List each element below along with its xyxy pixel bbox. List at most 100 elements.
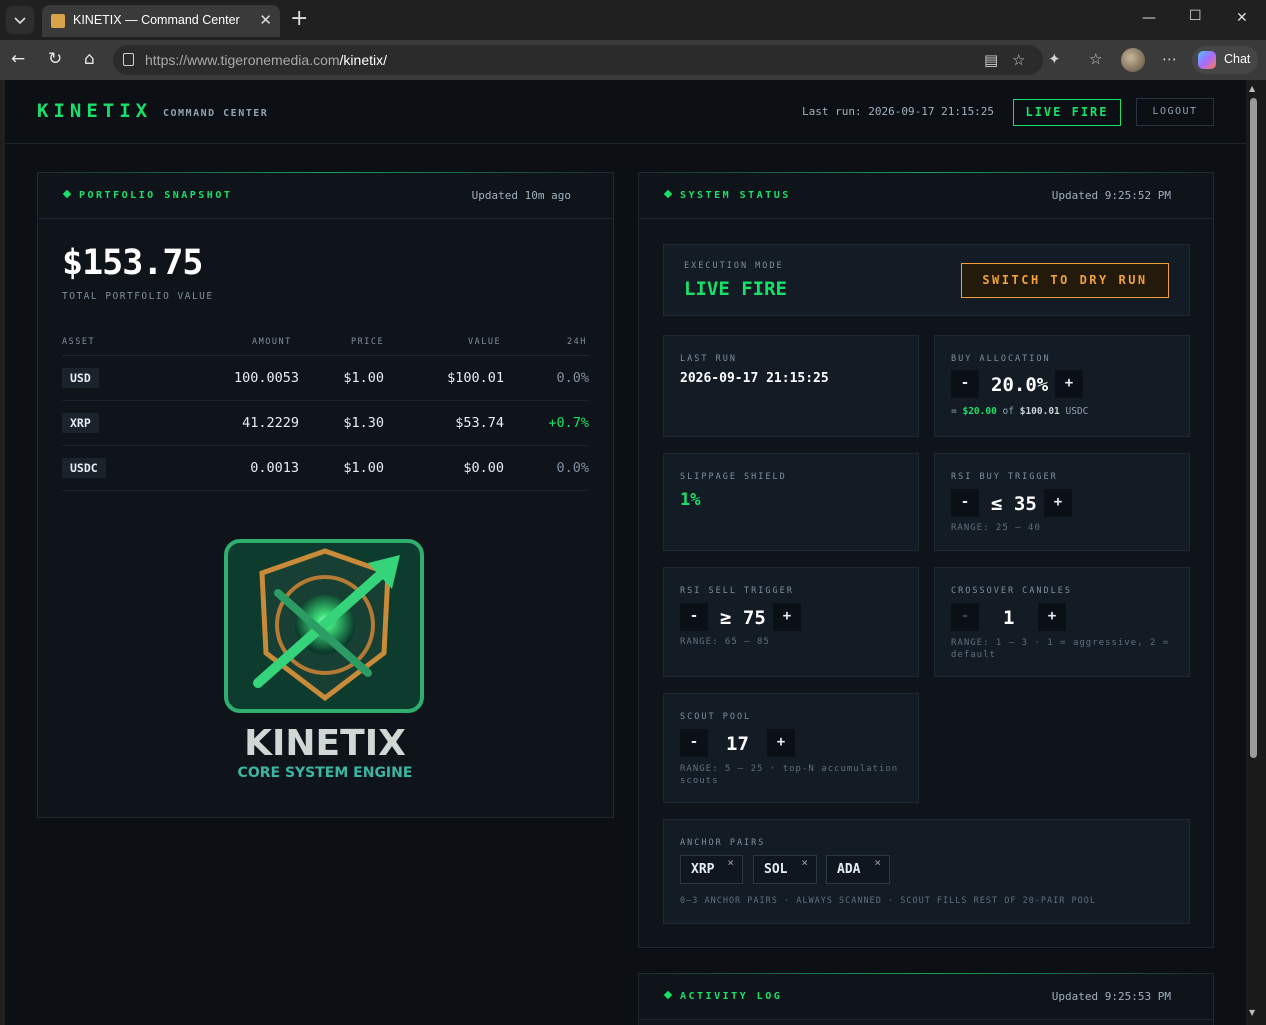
table-row: XRP 41.2229 $1.30 $53.74 +0.7% (62, 401, 589, 446)
browser-tab-bar: KINETIX — Command Center ✕ + — ☐ ✕ (0, 0, 1266, 40)
profile-avatar[interactable] (1121, 48, 1145, 72)
crossover-candles-card: CROSSOVER CANDLES - 1 + RANGE: 1 – 3 · 1… (934, 567, 1190, 677)
copilot-icon (1198, 51, 1216, 69)
scrollbar-thumb[interactable] (1250, 98, 1257, 758)
app-header: KINETIX COMMAND CENTER Last run: 2026-09… (5, 80, 1246, 144)
col-price: PRICE (351, 337, 385, 347)
minimize-icon[interactable]: — (1142, 10, 1156, 26)
value-cell: $0.00 (463, 460, 504, 476)
scout-pool-card: SCOUT POOL - 17 + RANGE: 5 – 25 · top-N … (663, 693, 919, 803)
system-status-title: SYSTEM STATUS (663, 189, 791, 201)
tab-title: KINETIX — Command Center (73, 13, 240, 27)
anchor-pairs-label: ANCHOR PAIRS (680, 838, 766, 848)
scroll-down-icon[interactable]: ▼ (1249, 1008, 1255, 1017)
anchor-pair-chip: ADA × (826, 855, 890, 884)
buy-allocation-value: 20.0% (991, 374, 1049, 396)
amount-cell: 41.2229 (242, 415, 299, 431)
logout-button[interactable]: LOGOUT (1136, 98, 1214, 126)
maximize-icon[interactable]: ☐ (1189, 8, 1202, 24)
change-cell: 0.0% (556, 370, 589, 386)
browser-tab[interactable]: KINETIX — Command Center ✕ (42, 5, 280, 37)
price-cell: $1.00 (343, 460, 384, 476)
buy-allocation-card: BUY ALLOCATION - 20.0% + = $20.00 of $10… (934, 335, 1190, 437)
home-icon[interactable]: ⌂ (84, 49, 95, 69)
rsi-buy-value: ≤ 35 (991, 493, 1037, 515)
scroll-up-icon[interactable]: ▲ (1249, 84, 1255, 93)
diamond-icon (663, 189, 673, 199)
last-run-value: 2026-09-17 21:15:25 (680, 371, 829, 386)
rsi-buy-increase-button[interactable]: + (1044, 489, 1072, 517)
execution-mode-label: EXECUTION MODE (684, 261, 784, 271)
more-options-icon[interactable]: ⋯ (1162, 50, 1177, 68)
col-value: VALUE (468, 337, 502, 347)
url-text: https://www.tigeronemedia.com/kinetix/ (145, 52, 387, 68)
extensions-icon[interactable]: ✦ (1048, 50, 1061, 68)
col-amount: AMOUNT (252, 337, 292, 347)
value-cell: $100.01 (447, 370, 504, 386)
diamond-icon (663, 990, 673, 1000)
execution-mode-card: EXECUTION MODE LIVE FIRE SWITCH TO DRY R… (663, 244, 1190, 316)
scout-pool-increase-button[interactable]: + (767, 729, 795, 757)
brand-logo-text: KINETIX (37, 100, 153, 122)
value-cell: $53.74 (455, 415, 504, 431)
page-scrollbar[interactable]: ▲ ▼ (1246, 80, 1266, 1025)
favorite-star-icon[interactable]: ☆ (1012, 51, 1025, 69)
scout-pool-value: 17 (726, 733, 749, 755)
favorites-icon[interactable]: ☆ (1089, 50, 1102, 68)
close-tab-icon[interactable]: ✕ (259, 11, 272, 29)
rsi-sell-increase-button[interactable]: + (773, 603, 801, 631)
remove-pair-icon[interactable]: × (874, 856, 881, 869)
portfolio-panel: PORTFOLIO SNAPSHOT Updated 10m ago $153.… (37, 172, 614, 818)
rsi-sell-decrease-button[interactable]: - (680, 603, 708, 631)
asset-chip: XRP (62, 413, 99, 433)
activity-log-panel: ACTIVITY LOG Updated 9:25:53 PM (638, 973, 1214, 1025)
rsi-sell-value: ≥ 75 (720, 607, 766, 629)
crossover-label: CROSSOVER CANDLES (951, 586, 1072, 596)
scout-pool-label: SCOUT POOL (680, 712, 752, 722)
buy-allocation-label: BUY ALLOCATION (951, 354, 1051, 364)
crossover-range: RANGE: 1 – 3 · 1 = aggressive, 2 = defau… (951, 638, 1170, 660)
amount-cell: 100.0053 (233, 370, 299, 386)
price-cell: $1.00 (343, 370, 384, 386)
change-cell: +0.7% (548, 415, 589, 431)
tiger-favicon-icon (51, 14, 65, 28)
total-portfolio-value: $153.75 (62, 243, 204, 283)
slippage-shield-card: SLIPPAGE SHIELD 1% (663, 453, 919, 551)
lock-icon (123, 53, 134, 66)
asset-chip: USD (62, 368, 99, 388)
scout-pool-decrease-button[interactable]: - (680, 729, 708, 757)
chevron-down-icon (14, 17, 26, 25)
execution-mode-value: LIVE FIRE (684, 278, 787, 300)
remove-pair-icon[interactable]: × (801, 856, 808, 869)
reader-view-icon[interactable]: ▤ (984, 51, 998, 69)
col-asset: ASSET (62, 337, 96, 347)
back-icon[interactable]: ← (11, 49, 25, 69)
amount-cell: 0.0013 (250, 460, 299, 476)
tab-actions-menu[interactable] (6, 6, 34, 34)
buy-allocation-decrease-button[interactable]: - (951, 370, 979, 398)
last-run-label: LAST RUN (680, 354, 737, 364)
new-tab-icon[interactable]: + (290, 6, 308, 32)
system-status-updated: Updated 9:25:52 PM (1051, 189, 1171, 202)
rsi-buy-trigger-card: RSI BUY TRIGGER - ≤ 35 + RANGE: 25 – 40 (934, 453, 1190, 551)
anchor-pair-chip: SOL × (753, 855, 817, 884)
copilot-chat-button[interactable]: Chat (1192, 46, 1258, 74)
page-content: KINETIX COMMAND CENTER Last run: 2026-09… (5, 80, 1246, 1025)
remove-pair-icon[interactable]: × (727, 856, 734, 869)
rsi-buy-range: RANGE: 25 – 40 (951, 523, 1041, 533)
change-cell: 0.0% (556, 460, 589, 476)
address-bar[interactable]: https://www.tigeronemedia.com/kinetix/ ▤… (113, 45, 1043, 75)
crossover-increase-button[interactable]: + (1038, 603, 1066, 631)
slippage-shield-value: 1% (680, 490, 701, 510)
crossover-decrease-button[interactable]: - (951, 603, 979, 631)
switch-to-dry-run-button[interactable]: SWITCH TO DRY RUN (961, 263, 1169, 298)
rsi-buy-decrease-button[interactable]: - (951, 489, 979, 517)
live-fire-badge[interactable]: LIVE FIRE (1013, 99, 1121, 126)
browser-toolbar: ← ↻ ⌂ https://www.tigeronemedia.com/kine… (0, 40, 1266, 80)
refresh-icon[interactable]: ↻ (48, 49, 62, 69)
close-window-icon[interactable]: ✕ (1236, 10, 1248, 26)
total-portfolio-label: TOTAL PORTFOLIO VALUE (62, 291, 214, 302)
app-subtitle: COMMAND CENTER (163, 108, 269, 119)
col-24h: 24H (567, 337, 587, 347)
buy-allocation-increase-button[interactable]: + (1055, 370, 1083, 398)
